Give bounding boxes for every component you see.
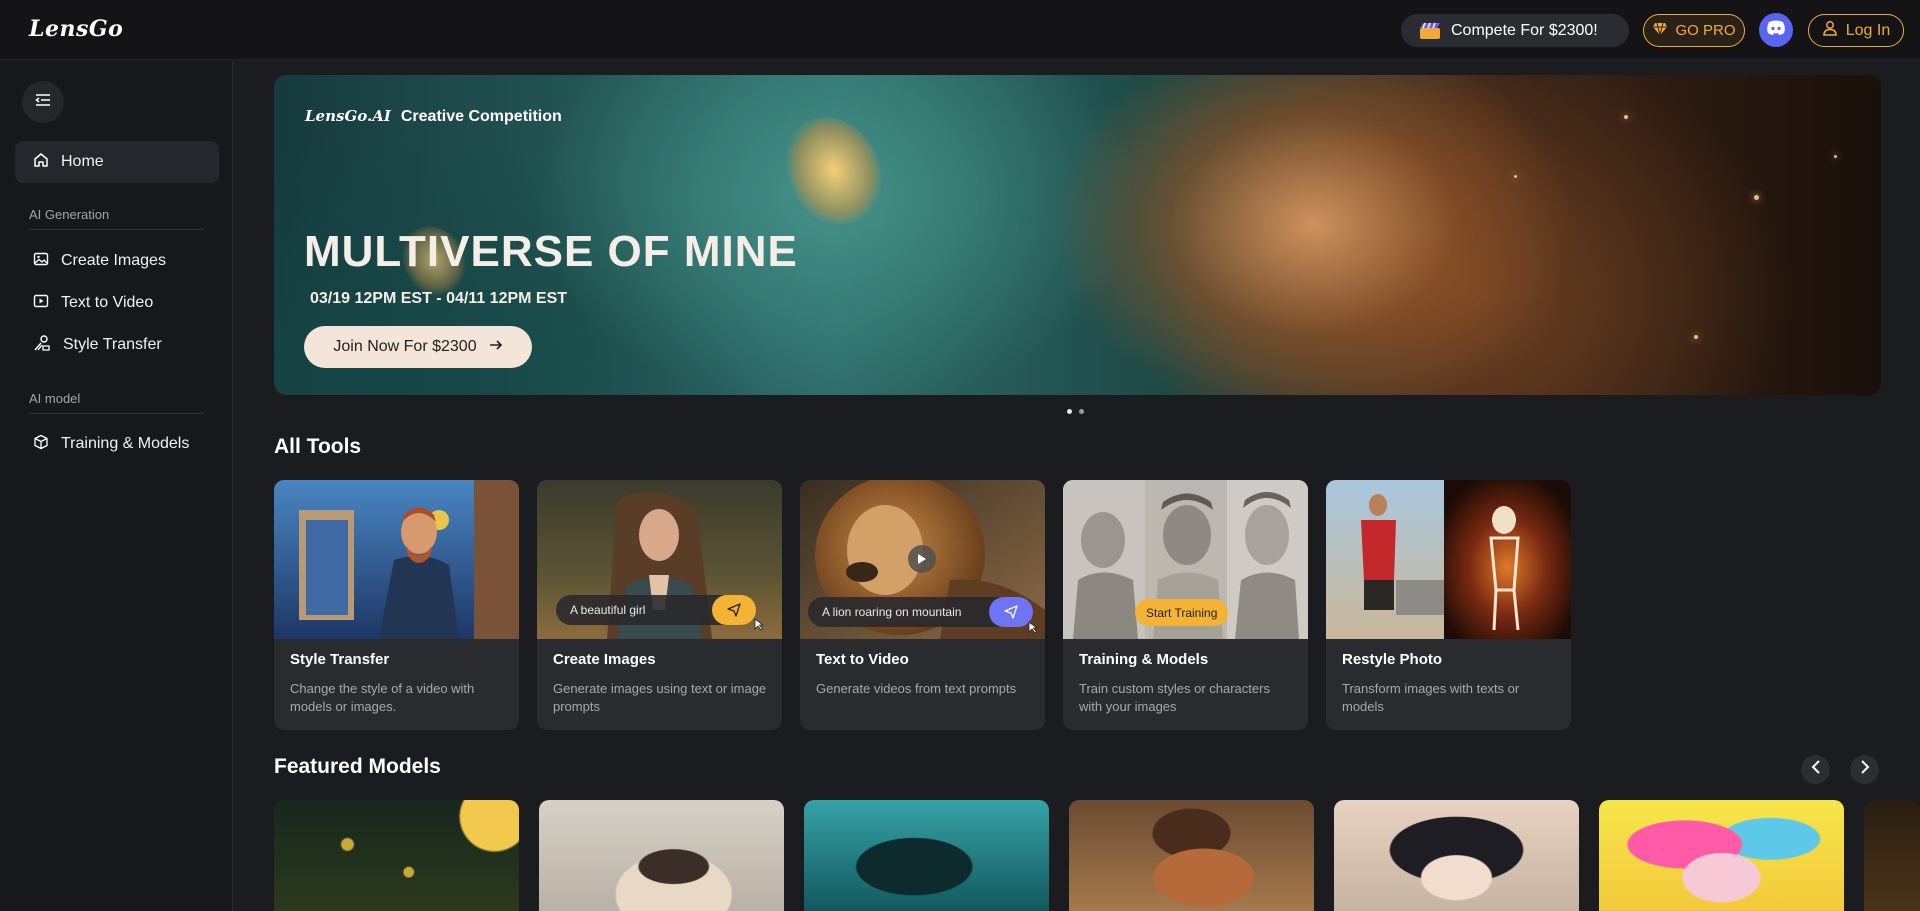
lensgo-ai-logo: LensGo.AI (305, 107, 391, 125)
carousel-dot-1[interactable] (1067, 409, 1072, 414)
lensgo-logo[interactable]: LensGo (29, 16, 123, 42)
tool-description: Train custom styles or characters with y… (1079, 681, 1270, 714)
cursor-click-icon (1024, 618, 1040, 639)
sidebar-item-home[interactable]: Home (15, 141, 219, 183)
chevron-right-icon (1860, 760, 1870, 779)
model-card[interactable] (1334, 800, 1579, 911)
model-card[interactable] (1864, 800, 1920, 911)
go-pro-button[interactable]: GO PRO (1643, 14, 1745, 47)
arrow-right-icon (489, 338, 503, 356)
hero-banner[interactable]: LensGo.AI Creative Competition MULTIVERS… (274, 75, 1881, 395)
style-transfer-icon (33, 334, 51, 357)
tool-card-style-transfer[interactable]: Style Transfer Change the style of a vid… (274, 480, 519, 730)
prompt-preview: A lion roaring on mountain (808, 597, 1033, 627)
join-now-button[interactable]: Join Now For $2300 (304, 326, 532, 368)
cursor-click-icon (750, 615, 766, 636)
carousel-dots (1067, 409, 1084, 414)
create-images-thumbnail: A beautiful girl (537, 480, 782, 639)
carousel-dot-2[interactable] (1079, 409, 1084, 414)
restyle-photo-thumbnail (1326, 480, 1571, 639)
sparkle (1754, 195, 1759, 200)
tool-card-restyle-photo[interactable]: Restyle Photo Transform images with text… (1326, 480, 1571, 730)
prompt-preview: A beautiful girl (556, 595, 756, 625)
sparkle (1624, 115, 1628, 119)
sidebar-item-style-transfer[interactable]: Style Transfer (15, 324, 219, 366)
compete-button[interactable]: Compete For $2300! (1401, 14, 1629, 47)
sidebar: Home AI Generation Create Images Text to… (0, 61, 233, 911)
divider (29, 413, 204, 414)
clapperboard-icon (1419, 22, 1441, 40)
training-models-thumbnail: Start Training (1063, 480, 1308, 639)
collapse-menu-icon (35, 93, 51, 112)
section-label-ai-model: AI model (29, 391, 81, 406)
image-icon (33, 251, 49, 272)
carousel-prev-button[interactable] (1801, 755, 1830, 784)
start-training-badge: Start Training (1135, 599, 1229, 626)
login-label: Log In (1845, 21, 1891, 39)
sidebar-item-create-images[interactable]: Create Images (15, 240, 219, 282)
discord-button[interactable] (1759, 13, 1793, 47)
tool-description: Transform images with texts or models (1342, 681, 1520, 714)
home-icon (33, 152, 49, 173)
model-card[interactable] (274, 800, 519, 911)
cube-icon (33, 434, 49, 455)
tool-description: Generate videos from text prompts (816, 681, 1017, 696)
butterfly-art (772, 102, 896, 238)
sidebar-item-text-to-video[interactable]: Text to Video (15, 282, 219, 324)
carousel-next-button[interactable] (1850, 755, 1879, 784)
prompt-text: A lion roaring on mountain (822, 605, 962, 619)
top-bar: LensGo Compete For $2300! GO PRO Log In (0, 0, 1920, 60)
text-to-video-thumbnail: A lion roaring on mountain (800, 480, 1045, 639)
tool-card-text-to-video[interactable]: A lion roaring on mountain Text to Video… (800, 480, 1045, 730)
banner-brand: LensGo.AI Creative Competition (305, 107, 562, 126)
sidebar-item-training-models[interactable]: Training & Models (15, 423, 219, 465)
sidebar-item-label: Text to Video (61, 294, 154, 311)
sidebar-item-label: Create Images (61, 252, 166, 269)
prompt-text: A beautiful girl (570, 603, 646, 617)
tool-name: Text to Video (816, 651, 909, 668)
tool-card-training-models[interactable]: Start Training Training & Models Train c… (1063, 480, 1308, 730)
tool-name: Create Images (553, 651, 656, 668)
join-now-label: Join Now For $2300 (333, 338, 477, 355)
featured-models-heading: Featured Models (274, 755, 441, 778)
banner-dates: 03/19 12PM EST - 04/11 12PM EST (310, 290, 568, 307)
compete-label: Compete For $2300! (1451, 21, 1598, 39)
menu-toggle-button[interactable] (22, 81, 64, 123)
tool-card-create-images[interactable]: A beautiful girl Create Images Generate … (537, 480, 782, 730)
banner-subtitle: Creative Competition (400, 108, 562, 125)
model-card[interactable] (1069, 800, 1314, 911)
video-play-icon (33, 293, 49, 314)
tool-name: Training & Models (1079, 651, 1209, 668)
user-icon (1822, 20, 1838, 41)
play-icon (908, 545, 936, 573)
model-card[interactable] (1599, 800, 1844, 911)
all-tools-heading: All Tools (274, 435, 362, 458)
login-button[interactable]: Log In (1808, 14, 1904, 47)
sparkle (1514, 175, 1517, 178)
tool-name: Restyle Photo (1342, 651, 1443, 668)
sparkle (1834, 155, 1837, 158)
tool-name: Style Transfer (290, 651, 390, 668)
go-pro-label: GO PRO (1675, 22, 1736, 39)
sidebar-item-label: Style Transfer (63, 336, 162, 353)
sidebar-item-label: Training & Models (61, 435, 190, 452)
section-label-ai-generation: AI Generation (29, 207, 110, 222)
model-card[interactable] (804, 800, 1049, 911)
model-card[interactable] (539, 800, 784, 911)
discord-icon (1766, 20, 1786, 41)
sidebar-item-label: Home (61, 153, 104, 170)
tool-description: Change the style of a video with models … (290, 681, 475, 714)
sparkle (1694, 335, 1698, 339)
chevron-left-icon (1811, 760, 1821, 779)
banner-title: MULTIVERSE OF MINE (304, 227, 798, 276)
diamond-icon (1652, 22, 1668, 40)
divider (29, 229, 204, 230)
style-transfer-thumbnail (274, 480, 519, 639)
tool-description: Generate images using text or image prom… (553, 681, 767, 714)
